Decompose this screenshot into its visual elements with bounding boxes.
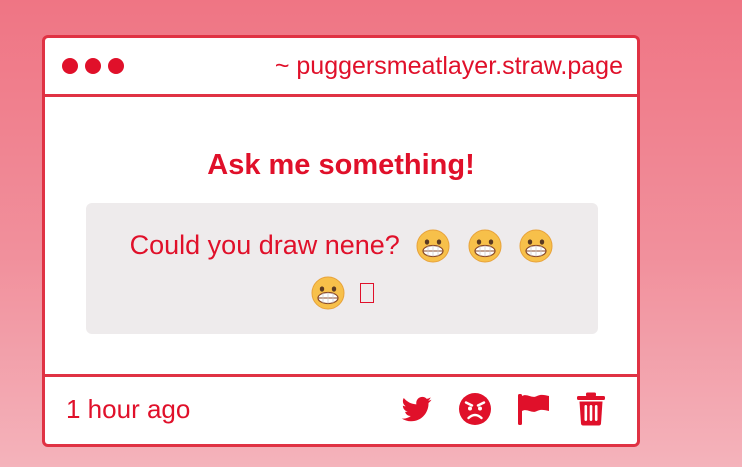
grinning-face-emoji: [311, 276, 345, 310]
card-body: Ask me something! Could you draw nene?: [45, 97, 637, 374]
question-box: Could you draw nene?: [86, 203, 598, 334]
question-content: Could you draw nene?: [122, 222, 562, 316]
delete-button[interactable]: [573, 391, 609, 427]
missing-glyph-box: [359, 283, 374, 304]
card-footer: 1 hour ago: [45, 374, 637, 441]
report-button[interactable]: [515, 391, 551, 427]
trash-icon: [577, 392, 605, 426]
window-dot: [108, 58, 124, 74]
share-twitter-button[interactable]: [399, 391, 435, 427]
window-dots: [62, 58, 124, 74]
window-dot: [85, 58, 101, 74]
window-dot: [62, 58, 78, 74]
block-user-button[interactable]: [457, 391, 493, 427]
timestamp: 1 hour ago: [66, 393, 191, 424]
grinning-face-emoji: [416, 229, 450, 263]
page-heading: Ask me something!: [207, 149, 475, 181]
grinning-face-emoji: [468, 229, 502, 263]
site-url[interactable]: ~ puggersmeatlayer.straw.page: [275, 52, 623, 81]
angry-face-icon: [459, 393, 491, 425]
flag-icon: [518, 394, 549, 425]
twitter-icon: [401, 396, 432, 422]
question-text: Could you draw nene?: [129, 229, 400, 260]
action-bar: [399, 391, 609, 427]
question-card: ~ puggersmeatlayer.straw.page Ask me som…: [42, 35, 640, 447]
card-header: ~ puggersmeatlayer.straw.page: [45, 38, 637, 97]
grinning-face-emoji: [519, 229, 553, 263]
